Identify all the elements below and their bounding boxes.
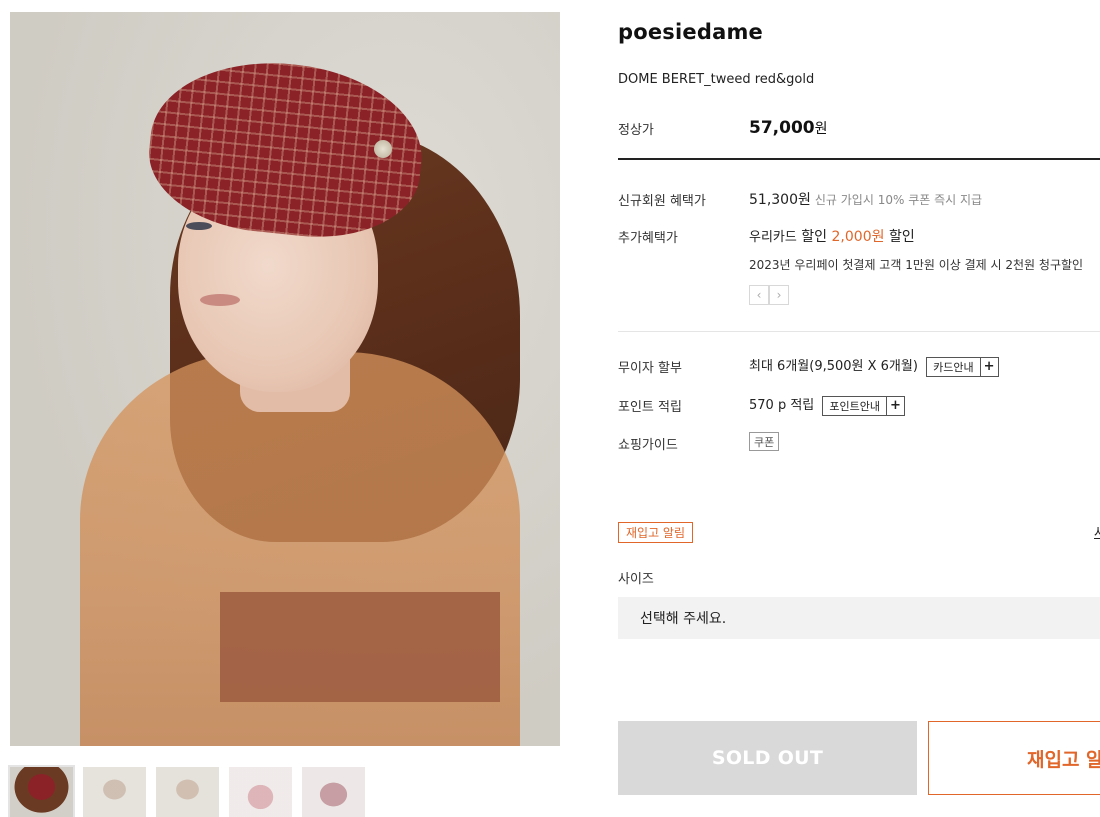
member-price: 51,300원 신규 가입시 10% 쿠폰 즉시 지급 xyxy=(749,189,982,209)
installment-label: 무이자 할부 xyxy=(618,361,682,376)
thumbnail-1[interactable] xyxy=(8,765,75,817)
price-value: 57,000원 xyxy=(749,118,828,138)
price-unit: 원 xyxy=(814,121,828,137)
card-name: 우리카드 xyxy=(749,230,797,245)
product-main-image xyxy=(10,12,560,746)
card-discount-word: 할인 xyxy=(801,229,828,245)
points-value: 570 p 적립 xyxy=(749,398,815,413)
prev-benefit-button[interactable]: ‹ xyxy=(749,285,769,305)
product-info-panel: poesiedame DOME BERET_tweed red&gold 정상가… xyxy=(618,0,1100,817)
points-guide-button[interactable]: 포인트안내 + xyxy=(822,395,905,416)
price-label: 정상가 xyxy=(618,123,654,138)
price-amount: 57,000 xyxy=(749,118,815,138)
points-info: 570 p 적립 포인트안내 + xyxy=(749,394,905,416)
thumbnail-5[interactable] xyxy=(302,767,365,817)
thumbnail-strip xyxy=(8,765,365,817)
restock-alert-button[interactable]: 재입고 알림 xyxy=(928,721,1100,795)
restock-alert-badge[interactable]: 재입고 알림 xyxy=(618,522,694,543)
size-select[interactable]: 선택해 주세요. xyxy=(618,597,1100,639)
benefit-divider xyxy=(618,331,1100,332)
member-price-note: 신규 가입시 10% 쿠폰 즉시 지급 xyxy=(814,193,983,207)
pay-benefit-note: 2023년 우리페이 첫결제 고객 1만원 이상 결제 시 2천원 청구할인 xyxy=(749,258,1084,272)
card-guide-button[interactable]: 카드안내 + xyxy=(926,356,999,377)
card-discount-amount: 2,000원 xyxy=(831,229,885,245)
plus-icon: + xyxy=(886,396,904,415)
shopping-guide-label: 쇼핑가이드 xyxy=(618,438,678,453)
installment-info: 최대 6개월(9,500원 X 6개월) 카드안내 + xyxy=(749,355,999,377)
coupon-tag[interactable]: 쿠폰 xyxy=(749,432,780,451)
card-discount: 우리카드 할인 2,000원 할인 xyxy=(749,226,915,246)
card-discount-suffix: 할인 xyxy=(888,229,915,245)
thumbnail-2[interactable] xyxy=(83,767,146,817)
installment-value: 최대 6개월(9,500원 X 6개월) xyxy=(749,359,918,374)
size-label: 사이즈 xyxy=(618,572,654,587)
member-price-label: 신규회원 혜택가 xyxy=(618,194,706,209)
next-benefit-button[interactable]: › xyxy=(769,285,789,305)
extra-benefit-label: 추가혜택가 xyxy=(618,231,678,246)
edge-link[interactable]: 사 xyxy=(1094,522,1100,541)
thumbnail-4[interactable] xyxy=(229,767,292,817)
plus-icon: + xyxy=(979,357,998,376)
price-divider xyxy=(618,158,1100,160)
card-guide-label: 카드안내 xyxy=(933,360,974,374)
points-label: 포인트 적립 xyxy=(618,400,682,415)
member-price-value: 51,300원 xyxy=(749,192,811,208)
brand-name[interactable]: poesiedame xyxy=(618,20,763,44)
product-title: DOME BERET_tweed red&gold xyxy=(618,72,815,87)
thumbnail-3[interactable] xyxy=(156,767,219,817)
points-guide-label: 포인트안내 xyxy=(829,399,880,413)
soldout-button[interactable]: SOLD OUT xyxy=(618,721,917,795)
